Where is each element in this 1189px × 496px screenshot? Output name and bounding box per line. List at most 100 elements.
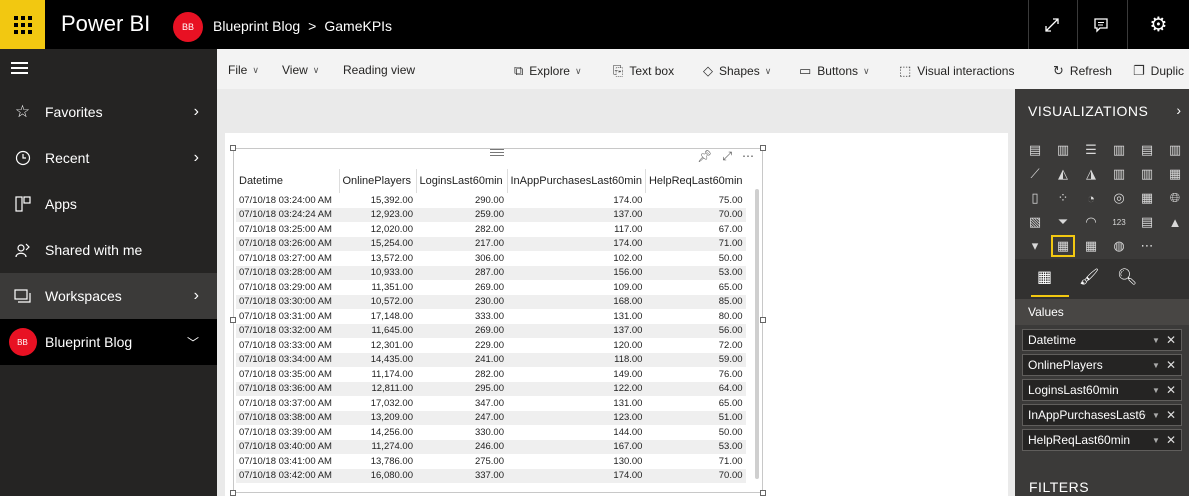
close-icon[interactable]: ✕ <box>1166 383 1176 397</box>
format-tab-icon[interactable]: 🖌︎ <box>1079 267 1099 287</box>
treemap-icon[interactable]: ▦ <box>1137 189 1157 207</box>
file-menu[interactable]: File ∨ <box>228 63 259 77</box>
field-well-item[interactable]: InAppPurchasesLast60m▼✕ <box>1022 404 1182 426</box>
breadcrumb-workspace[interactable]: Blueprint Blog <box>213 18 300 34</box>
matrix-icon[interactable]: ▦ <box>1081 237 1101 255</box>
focus-mode-icon[interactable]: ⤢ <box>722 149 732 164</box>
buttons-menu[interactable]: ▭ Buttons ∨ <box>799 63 870 79</box>
pie-chart-icon[interactable]: ◔ <box>1081 189 1101 207</box>
view-menu[interactable]: View ∨ <box>282 63 319 77</box>
chevron-down-icon[interactable]: ▼ <box>1152 411 1160 420</box>
column-100-chart-icon[interactable]: ▥ <box>1165 141 1185 159</box>
slicer-icon[interactable]: ▾ <box>1025 237 1045 255</box>
table-row[interactable]: 07/10/18 03:28:00 AM 10,933.00 287.00 156.0… <box>236 265 746 280</box>
table-row[interactable]: 07/10/18 03:39:00 AM 14,256.00 330.00 144.0… <box>236 425 746 440</box>
chevron-right-icon[interactable]: › <box>1176 102 1181 118</box>
column-header[interactable]: InAppPurchasesLast60min <box>507 169 646 193</box>
field-well-item[interactable]: OnlinePlayers ▼ ✕ <box>1022 354 1182 376</box>
funnel-icon[interactable]: ⏷ <box>1053 213 1073 231</box>
column-header[interactable]: HelpReqLast60min <box>645 169 745 193</box>
kpi-icon[interactable]: ▲ <box>1165 213 1185 231</box>
close-icon[interactable]: ✕ <box>1166 433 1176 447</box>
breadcrumb-report[interactable]: GameKPIs <box>324 18 392 34</box>
arcgis-map-icon[interactable]: ◍ <box>1109 237 1129 255</box>
filled-map-icon[interactable]: ▧ <box>1025 213 1045 231</box>
nav-item-recent[interactable]: Recent › <box>0 135 217 181</box>
table-row[interactable]: 07/10/18 03:27:00 AM 13,572.00 306.00 102.0… <box>236 251 746 266</box>
more-visuals-icon[interactable]: ⋯ <box>1137 237 1157 255</box>
table-row[interactable]: 07/10/18 03:26:00 AM 15,254.00 217.00 174.0… <box>236 236 746 251</box>
table-row[interactable]: 07/10/18 03:31:00 AM 17,148.00 333.00 131.0… <box>236 309 746 324</box>
workspace-avatar[interactable]: BB <box>173 12 203 42</box>
more-options-icon[interactable]: ⋯ <box>742 149 754 164</box>
nav-item-apps[interactable]: Apps <box>0 181 217 227</box>
shapes-menu[interactable]: ◇ Shapes ∨ <box>703 63 771 79</box>
chevron-down-icon[interactable]: ▼ <box>1152 336 1160 345</box>
chevron-down-icon[interactable]: ▼ <box>1152 386 1160 395</box>
table-row[interactable]: 07/10/18 03:40:00 AM 11,274.00 246.00 167.0… <box>236 439 746 454</box>
pin-icon[interactable]: 📌︎ <box>697 149 712 164</box>
table-row[interactable]: 07/10/18 03:42:00 AM 16,080.00 337.00 174.0… <box>236 468 746 483</box>
drag-grip-icon[interactable] <box>490 149 504 158</box>
donut-chart-icon[interactable]: ◎ <box>1109 189 1129 207</box>
nav-item-workspaces[interactable]: Workspaces › <box>0 273 217 319</box>
column-header[interactable]: Datetime <box>236 169 340 193</box>
nav-item-blueprint-blog[interactable]: BB Blueprint Blog ﹀ <box>0 319 217 365</box>
field-well-item[interactable]: HelpReqLast60min ▼ ✕ <box>1022 429 1182 451</box>
table-row[interactable]: 07/10/18 03:35:00 AM 11,174.00 282.00 149.0… <box>236 367 746 382</box>
app-launcher-button[interactable] <box>0 0 45 49</box>
table-row[interactable]: 07/10/18 03:33:00 AM 12,301.00 229.00 120.0… <box>236 338 746 353</box>
multi-row-card-icon[interactable]: ▤ <box>1137 213 1157 231</box>
gauge-icon[interactable]: ◠ <box>1081 213 1101 231</box>
resize-handle[interactable] <box>230 145 236 151</box>
nav-item-favorites[interactable]: ☆ Favorites › <box>0 89 217 135</box>
duplicate-button[interactable]: ❐ Duplic <box>1133 63 1189 79</box>
stacked-column-chart-icon[interactable]: ▥ <box>1053 141 1073 159</box>
fullscreen-button[interactable] <box>1028 0 1074 49</box>
table-row[interactable]: 07/10/18 03:38:00 AM 13,209.00 247.00 123.0… <box>236 410 746 425</box>
line-stacked-column-chart-icon[interactable]: ▥ <box>1137 165 1157 183</box>
card-icon[interactable]: 123 <box>1109 213 1129 231</box>
comment-button[interactable] <box>1077 0 1123 49</box>
clustered-bar-chart-icon[interactable]: ☰ <box>1081 141 1101 159</box>
filters-section-title[interactable]: FILTERS <box>1029 479 1089 495</box>
column-header[interactable]: OnlinePlayers <box>339 169 417 193</box>
stacked-bar-chart-icon[interactable]: ▤ <box>1025 141 1045 159</box>
table-row[interactable]: 07/10/18 03:24:00 AM 15,392.00 290.00 174.0… <box>236 193 746 208</box>
ribbon-chart-icon[interactable]: ▦ <box>1165 165 1185 183</box>
table-row[interactable]: 07/10/18 03:29:00 AM 11,351.00 269.00 109.0… <box>236 280 746 295</box>
table-icon[interactable]: ▦ <box>1051 235 1075 257</box>
table-row[interactable]: 07/10/18 03:32:00 AM 11,645.00 269.00 137.0… <box>236 323 746 338</box>
table-row[interactable]: 07/10/18 03:34:00 AM 14,435.00 241.00 118.0… <box>236 352 746 367</box>
explore-menu[interactable]: ⧉ Explore ∨ <box>514 63 582 79</box>
table-row[interactable]: 07/10/18 03:37:00 AM 17,032.00 347.00 131.0… <box>236 396 746 411</box>
column-header[interactable]: LoginsLast60min <box>416 169 508 193</box>
chevron-down-icon[interactable]: ▼ <box>1152 361 1160 370</box>
scatter-chart-icon[interactable]: ⁘ <box>1053 189 1073 207</box>
settings-button[interactable]: ⚙ <box>1127 0 1189 49</box>
text-box-button[interactable]: ⎘ Text box <box>613 63 674 79</box>
area-chart-icon[interactable]: ◭ <box>1053 165 1073 183</box>
table-row[interactable]: 07/10/18 03:36:00 AM 12,811.00 295.00 122.0… <box>236 381 746 396</box>
waterfall-chart-icon[interactable]: ▯ <box>1025 189 1045 207</box>
map-icon[interactable]: 🌐︎ <box>1165 189 1185 207</box>
clustered-column-chart-icon[interactable]: ▥ <box>1109 141 1129 159</box>
close-icon[interactable]: ✕ <box>1166 358 1176 372</box>
visual-interactions-menu[interactable]: ⬚Visual interactions∨ <box>899 63 1026 79</box>
stacked-area-chart-icon[interactable]: ◮ <box>1081 165 1101 183</box>
bar-100-chart-icon[interactable]: ▤ <box>1137 141 1157 159</box>
fields-tab-icon[interactable]: ▦ <box>1030 267 1070 297</box>
vertical-scrollbar[interactable] <box>755 169 761 485</box>
table-row[interactable]: 07/10/18 03:30:00 AM 10,572.00 230.00 168.0… <box>236 294 746 309</box>
reading-view-button[interactable]: Reading view <box>343 63 415 77</box>
table-visual[interactable]: 📌︎ ⤢ ⋯ Datetime OnlinePlayers LoginsLast… <box>230 145 766 496</box>
resize-handle[interactable] <box>760 145 766 151</box>
close-icon[interactable]: ✕ <box>1166 333 1176 347</box>
close-icon[interactable]: ✕ <box>1166 408 1176 422</box>
table-row[interactable]: 07/10/18 03:41:00 AM 13,786.00 275.00 130.0… <box>236 454 746 469</box>
brand-title[interactable]: Power BI <box>61 11 150 37</box>
hamburger-icon[interactable] <box>11 62 28 77</box>
nav-item-shared[interactable]: Shared with me <box>0 227 217 273</box>
scrollbar-thumb[interactable] <box>755 189 759 479</box>
resize-handle[interactable] <box>230 490 236 496</box>
